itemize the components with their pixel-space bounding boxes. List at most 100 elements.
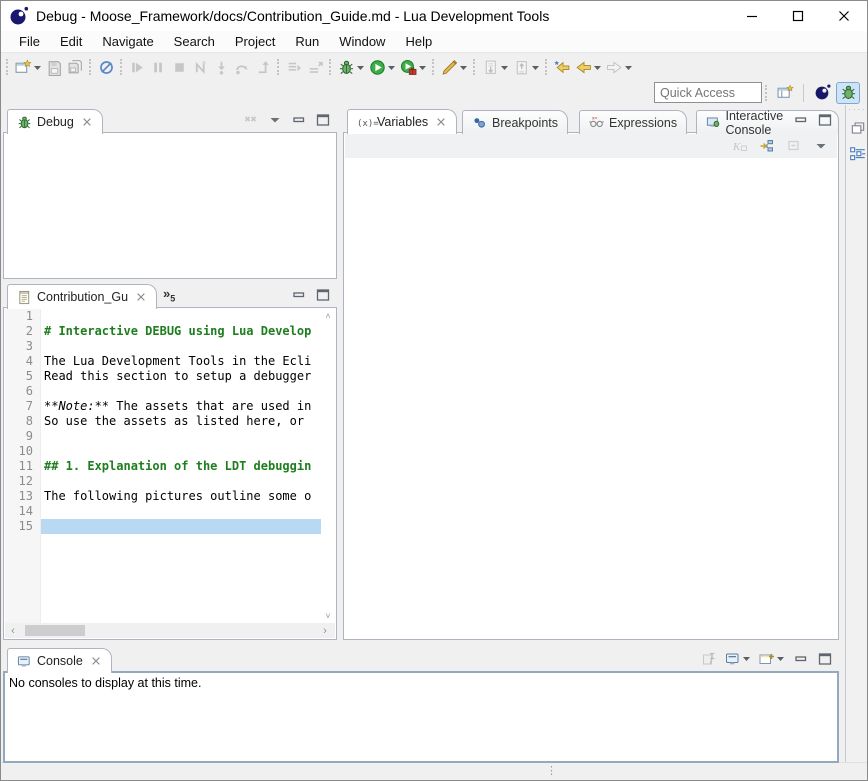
next-annotation-button[interactable] xyxy=(480,56,511,78)
maximize-view-button[interactable] xyxy=(313,109,333,131)
scrollbar-thumb[interactable] xyxy=(25,625,85,636)
code-area[interactable]: # Interactive DEBUG using Lua Develop The… xyxy=(41,309,321,623)
dropdown-caret-icon[interactable] xyxy=(33,63,42,72)
open-perspective-button[interactable] xyxy=(773,82,797,104)
minimize-view-button[interactable] xyxy=(289,109,309,131)
statusbar-drag-handle[interactable]: ⋮ xyxy=(546,764,557,777)
code-line[interactable] xyxy=(41,444,321,459)
scroll-up-icon[interactable]: ˄ xyxy=(325,311,330,321)
pin-console-button[interactable] xyxy=(699,648,719,670)
editor-vertical-scrollbar[interactable]: ˄ ˅ xyxy=(321,309,335,623)
external-tools-button[interactable] xyxy=(398,56,429,78)
code-line[interactable] xyxy=(41,504,321,519)
previous-annotation-button[interactable] xyxy=(511,56,542,78)
step-into-button[interactable] xyxy=(211,56,232,78)
view-menu-button[interactable] xyxy=(811,135,831,157)
toolbar-group-handle[interactable] xyxy=(473,59,476,75)
save-all-button[interactable] xyxy=(65,56,86,78)
menu-project[interactable]: Project xyxy=(225,32,285,51)
maximize-button[interactable] xyxy=(775,1,821,31)
close-tab-icon[interactable] xyxy=(135,291,147,303)
menu-window[interactable]: Window xyxy=(329,32,395,51)
last-edit-location-button[interactable] xyxy=(552,56,573,78)
collapse-all-button[interactable] xyxy=(784,135,804,157)
restore-view-button[interactable] xyxy=(849,119,867,137)
dropdown-caret-icon[interactable] xyxy=(531,63,540,72)
code-line[interactable]: So use the assets as listed here, or xyxy=(41,414,321,429)
use-step-filters-button[interactable] xyxy=(284,56,305,78)
close-tab-icon[interactable] xyxy=(81,116,93,128)
tab-contribution-guide[interactable]: Contribution_Gu xyxy=(7,284,157,309)
tab-breakpoints[interactable]: Breakpoints xyxy=(462,110,568,134)
tab-expressions[interactable]: x=Expressions xyxy=(579,110,687,134)
close-button[interactable] xyxy=(821,1,867,31)
open-element-button[interactable] xyxy=(439,56,470,78)
editor-horizontal-scrollbar[interactable]: ‹ › xyxy=(5,623,335,638)
code-line[interactable] xyxy=(41,429,321,444)
code-line[interactable] xyxy=(41,309,321,324)
console-content[interactable]: No consoles to display at this time. xyxy=(3,671,839,763)
terminate-button[interactable] xyxy=(169,56,190,78)
code-line[interactable] xyxy=(41,519,321,534)
editor-overflow-chevron[interactable]: »5 xyxy=(163,286,175,304)
toolbar-group-handle[interactable] xyxy=(277,59,280,75)
maximize-view-button[interactable] xyxy=(815,648,835,670)
tab-variables[interactable]: (x)=Variables xyxy=(347,109,457,134)
show-type-names-button[interactable]: K xyxy=(730,135,750,157)
menu-help[interactable]: Help xyxy=(395,32,442,51)
run-button[interactable] xyxy=(367,56,398,78)
menu-search[interactable]: Search xyxy=(164,32,225,51)
open-console-button[interactable] xyxy=(757,648,787,670)
menu-file[interactable]: File xyxy=(9,32,50,51)
scroll-left-icon[interactable]: ‹ xyxy=(5,625,21,637)
variables-view-content[interactable]: K xyxy=(343,132,839,640)
trim-drag-handle[interactable]: ···· xyxy=(848,107,867,113)
toolbar-group-handle[interactable] xyxy=(89,59,92,75)
menu-navigate[interactable]: Navigate xyxy=(92,32,163,51)
step-over-button[interactable] xyxy=(232,56,253,78)
skip-all-breakpoints-button[interactable] xyxy=(96,56,117,78)
suspend-button[interactable] xyxy=(148,56,169,78)
scroll-right-icon[interactable]: › xyxy=(317,625,333,637)
code-line[interactable] xyxy=(41,384,321,399)
maximize-view-button[interactable] xyxy=(815,109,835,131)
close-tab-icon[interactable] xyxy=(435,116,447,128)
toolbar-group-handle[interactable] xyxy=(545,59,548,75)
code-line[interactable]: ## 1. Explanation of the LDT debuggin xyxy=(41,459,321,474)
code-line[interactable]: Read this section to setup a debugger xyxy=(41,369,321,384)
code-line[interactable]: **Note:** The assets that are used in xyxy=(41,399,321,414)
debug-perspective-button[interactable] xyxy=(836,82,860,104)
drop-to-frame-button[interactable] xyxy=(305,56,326,78)
back-button[interactable] xyxy=(573,56,604,78)
minimize-view-button[interactable] xyxy=(289,284,309,306)
display-console-button[interactable] xyxy=(723,648,753,670)
dropdown-caret-icon[interactable] xyxy=(500,63,509,72)
code-line[interactable]: The following pictures outline some o xyxy=(41,489,321,504)
save-button[interactable] xyxy=(44,56,65,78)
remove-terminated-button[interactable] xyxy=(241,109,261,131)
show-logical-structures-button[interactable] xyxy=(757,135,777,157)
minimize-view-button[interactable] xyxy=(791,109,811,131)
dropdown-caret-icon[interactable] xyxy=(624,63,633,72)
close-tab-icon[interactable] xyxy=(90,655,102,667)
toolbar-group-handle[interactable] xyxy=(6,59,9,75)
new-wizard-button[interactable] xyxy=(13,56,44,78)
tab-console[interactable]: Console xyxy=(7,648,112,673)
dropdown-caret-icon[interactable] xyxy=(387,63,396,72)
minimize-view-button[interactable] xyxy=(791,648,811,670)
code-line[interactable]: The Lua Development Tools in the Ecli xyxy=(41,354,321,369)
code-line[interactable]: # Interactive DEBUG using Lua Develop xyxy=(41,324,321,339)
quick-access-input[interactable] xyxy=(654,82,762,103)
code-line[interactable] xyxy=(41,474,321,489)
menu-edit[interactable]: Edit xyxy=(50,32,92,51)
outline-view-button[interactable] xyxy=(849,145,867,163)
dropdown-caret-icon[interactable] xyxy=(459,63,468,72)
minimize-button[interactable] xyxy=(729,1,775,31)
toolbar-group-handle[interactable] xyxy=(120,59,123,75)
dropdown-caret-icon[interactable] xyxy=(776,654,785,663)
tab-debug[interactable]: Debug xyxy=(7,109,103,134)
dropdown-caret-icon[interactable] xyxy=(418,63,427,72)
step-return-button[interactable] xyxy=(253,56,274,78)
dropdown-caret-icon[interactable] xyxy=(593,63,602,72)
debug-button[interactable] xyxy=(336,56,367,78)
